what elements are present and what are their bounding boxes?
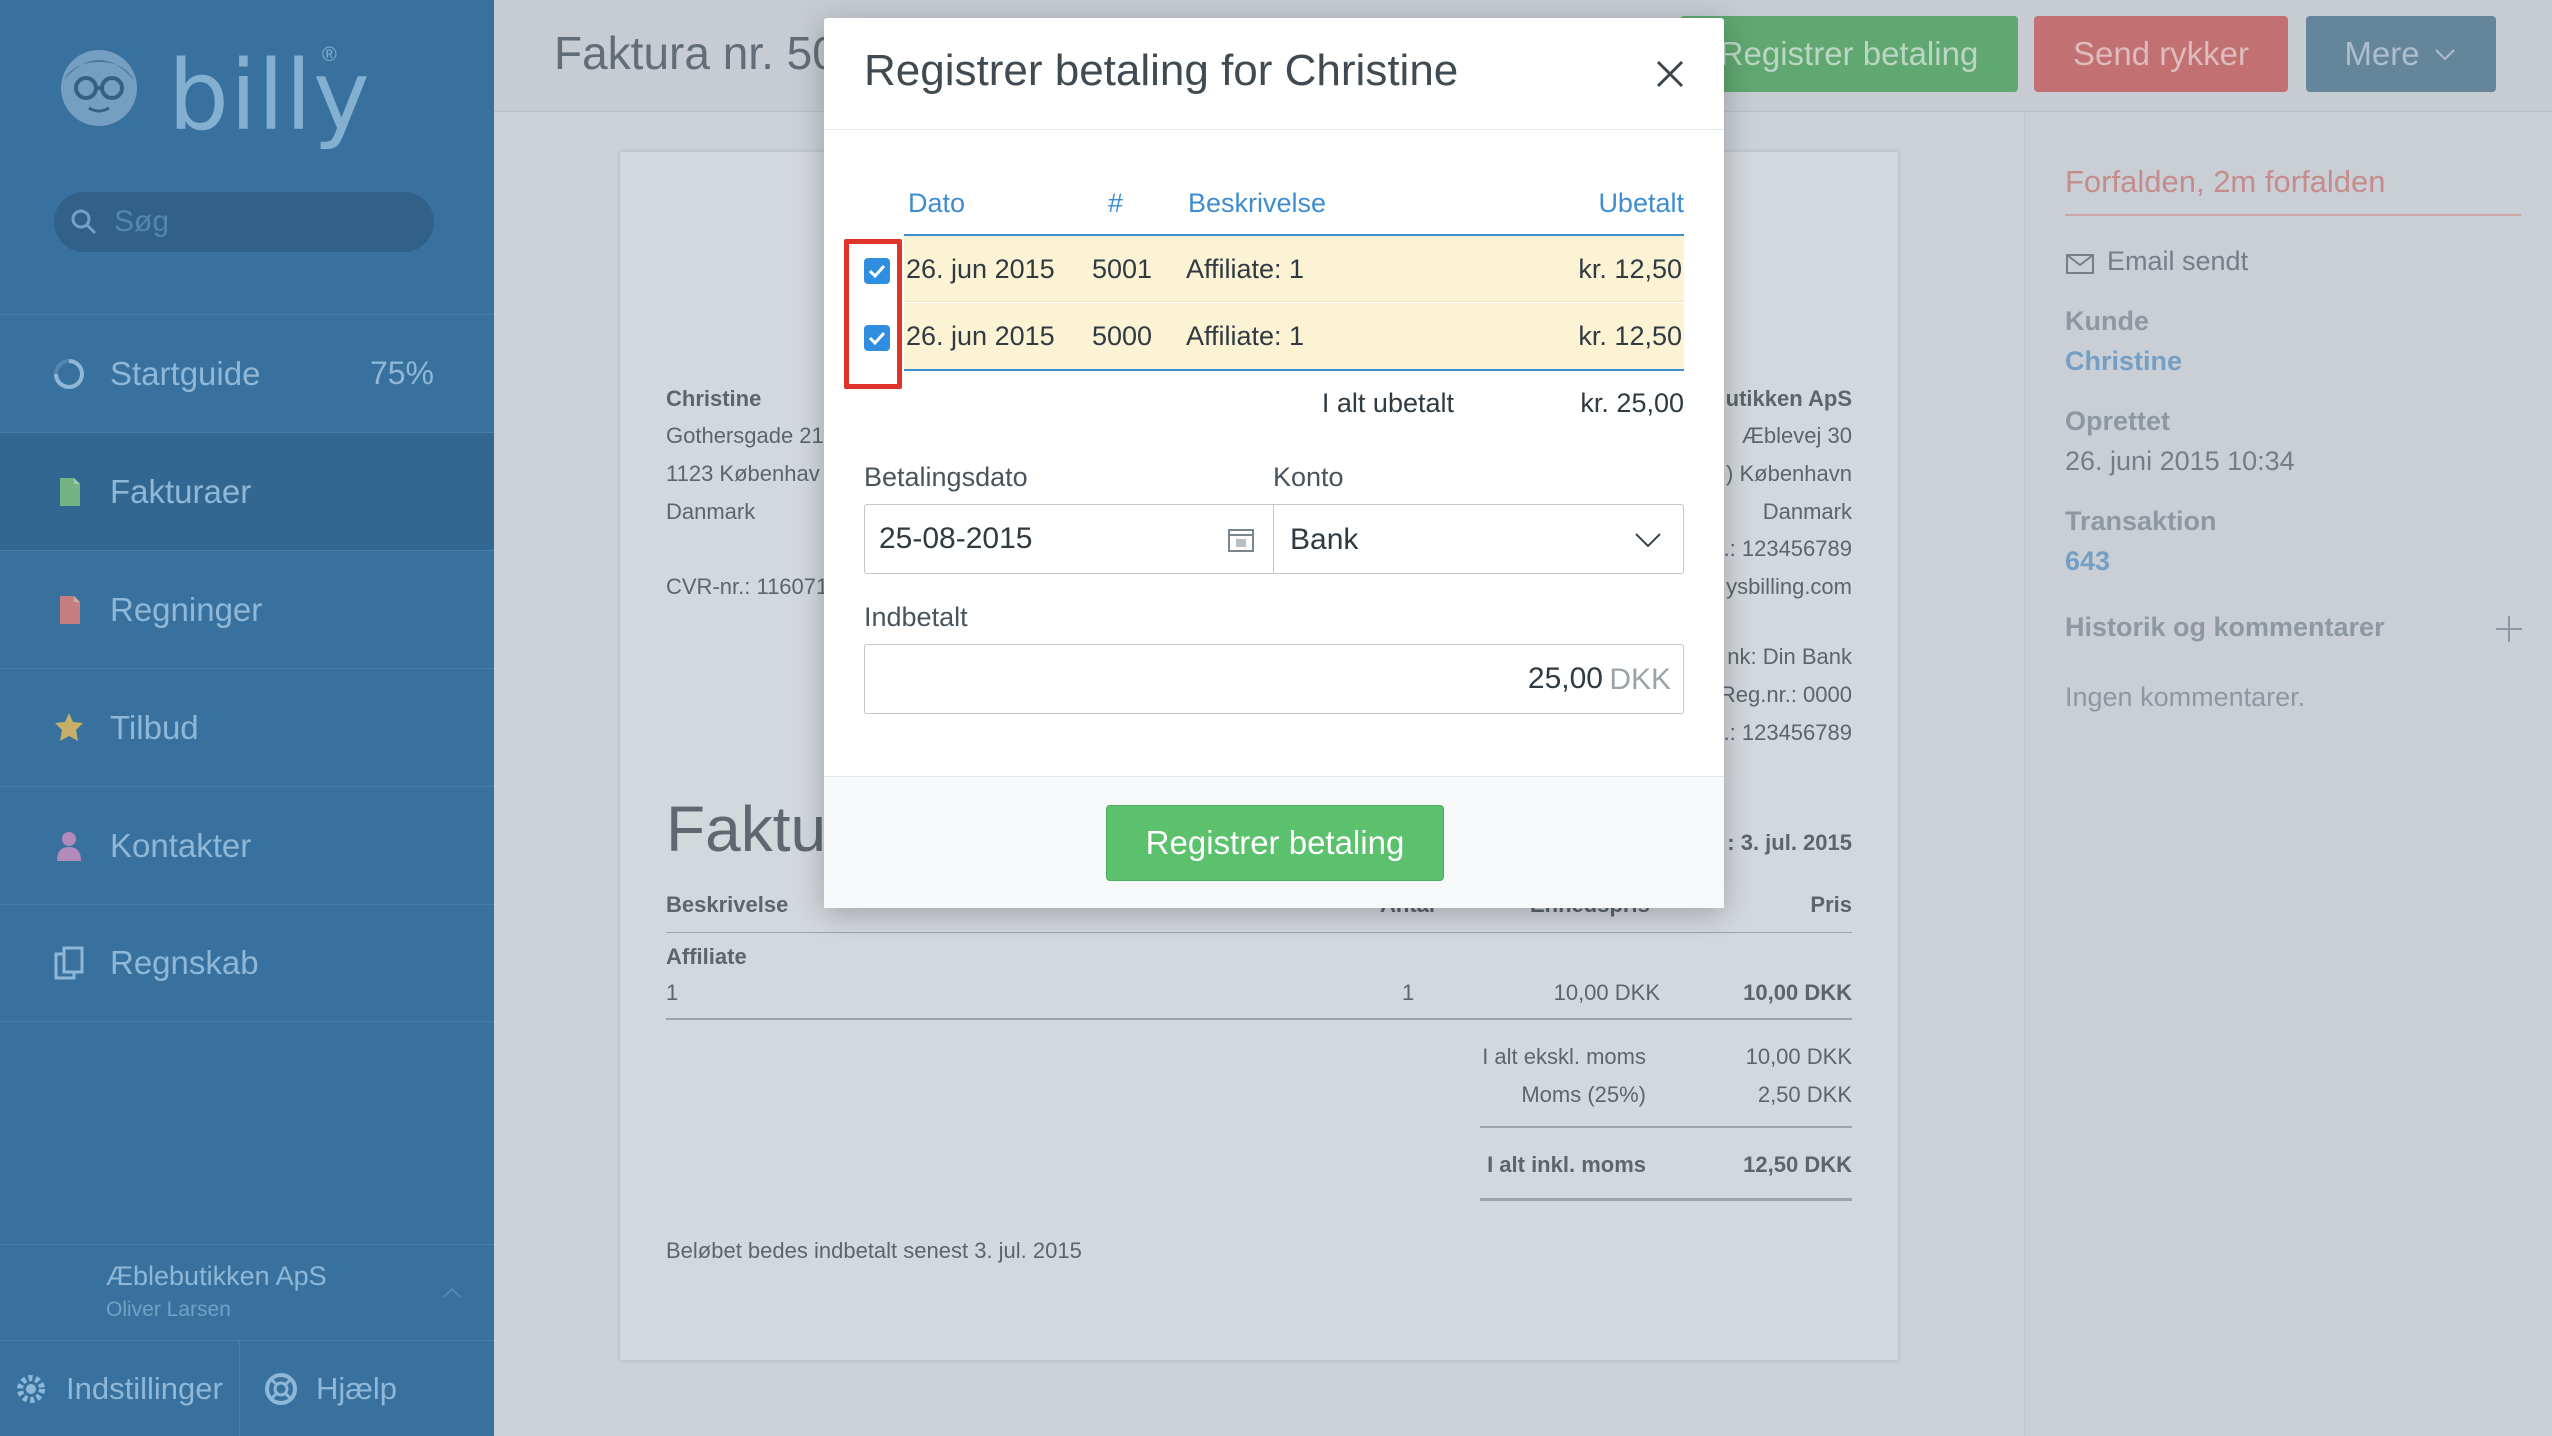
- total-unpaid-label: I alt ubetalt: [1321, 388, 1454, 418]
- payment-date-field[interactable]: [864, 504, 1274, 574]
- account-select-value: Bank: [1290, 523, 1359, 556]
- column-unpaid[interactable]: Ubetalt: [1598, 188, 1684, 219]
- total-unpaid-value: kr. 25,00: [1580, 388, 1684, 418]
- dialog-title: Registrer betaling for Christine: [864, 46, 1459, 95]
- account-label: Konto: [1273, 462, 1344, 492]
- chevron-down-icon: [1635, 533, 1661, 548]
- paid-amount-label: Indbetalt: [864, 602, 968, 632]
- paid-amount-field[interactable]: DKK: [864, 644, 1684, 714]
- submit-payment-button[interactable]: Registrer betaling: [1106, 805, 1444, 881]
- row-amount: kr. 12,50: [1578, 321, 1682, 351]
- row-description: Affiliate: 1: [1186, 321, 1305, 351]
- register-payment-dialog: Registrer betaling for Christine Dato # …: [824, 18, 1724, 908]
- row-amount: kr. 12,50: [1578, 254, 1682, 284]
- payment-date-input[interactable]: [879, 519, 1199, 559]
- row-description: Affiliate: 1: [1186, 254, 1305, 284]
- row-date: 26. jun 2015: [906, 321, 1055, 351]
- calendar-icon[interactable]: [1227, 527, 1255, 553]
- row-number: 5000: [1092, 321, 1153, 351]
- column-number[interactable]: #: [1108, 188, 1123, 219]
- column-description[interactable]: Beskrivelse: [1188, 188, 1326, 219]
- dialog-header: Registrer betaling for Christine: [824, 18, 1724, 130]
- table-row[interactable]: 26. jun 2015 5001 Affiliate: 1 kr. 12,50: [904, 236, 1684, 302]
- account-select[interactable]: Bank: [1273, 504, 1684, 574]
- table-row[interactable]: 26. jun 2015 5000 Affiliate: 1 kr. 12,50: [904, 303, 1684, 369]
- payment-date-label: Betalingsdato: [864, 462, 1028, 492]
- checkbox-highlight-frame: [844, 239, 902, 389]
- close-icon[interactable]: [1654, 58, 1686, 90]
- dialog-footer: Registrer betaling: [824, 777, 1724, 908]
- table-footer-divider: [904, 369, 1684, 371]
- row-number: 5001: [1092, 254, 1153, 284]
- currency-unit: DKK: [1609, 663, 1671, 696]
- row-date: 26. jun 2015: [906, 254, 1055, 284]
- column-date[interactable]: Dato: [908, 188, 965, 219]
- paid-amount-input[interactable]: [1003, 659, 1603, 699]
